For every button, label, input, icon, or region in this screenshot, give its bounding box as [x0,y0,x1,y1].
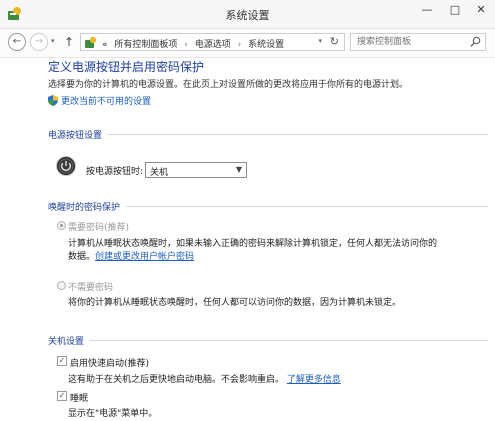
sleep-description: 显示在"电源"菜单中。 [68,409,158,419]
title-bar: 系统设置 — □ ✕ [0,0,495,29]
power-button-action-select[interactable]: 关机 ▼ [145,162,247,178]
breadcrumb-path: « 所有控制面板项 › 电源选项 › 系统设置 [102,37,284,50]
section-power-button: 电源按钮设置 [48,128,488,142]
recent-pages-chevron-icon[interactable]: ▾ [51,37,55,45]
description-text: 这有助于在关机之后更快地启动电脑。不会影响重启。 [68,375,285,385]
breadcrumb-item[interactable]: 电源选项 [195,40,231,50]
shield-icon [48,95,58,106]
address-bar: ← → ▾ ↑ « 所有控制面板项 › 电源选项 › 系统设置 ▾ ↻ [0,29,495,58]
chevron-down-icon: ▼ [235,165,242,174]
search-icon[interactable] [470,36,481,47]
section-label: 唤醒时的密码保护 [48,200,127,213]
minimize-button[interactable]: — [416,1,438,19]
change-unavailable-settings-label: 更改当前不可用的设置 [61,97,152,107]
description-text: 数据。 [68,252,96,262]
forward-button[interactable]: → [30,33,48,51]
section-wake-password: 唤醒时的密码保护 [48,200,488,214]
require-password-description: 计算机从睡眠状态唤醒时，如果未输入正确的密码来解除计算机锁定，任何人都无法访问你… [68,239,438,249]
fast-startup-label: 启用快速启动(推荐) [70,359,150,369]
power-icon [56,156,76,176]
section-divider [48,340,488,341]
search-input[interactable] [355,36,467,48]
breadcrumb-overflow[interactable]: « [102,40,108,50]
breadcrumb-separator-icon[interactable]: › [238,40,242,50]
require-password-description-line2: 数据。创建或更改用户帐户密码 [68,249,194,262]
maximize-button[interactable]: □ [444,1,466,19]
fast-startup-checkbox[interactable]: ✓ [57,356,67,366]
control-panel-icon [85,36,97,48]
power-button-action-label: 按电源按钮时: [86,167,144,177]
learn-more-link[interactable]: 了解更多信息 [287,375,341,385]
breadcrumb-item[interactable]: 所有控制面板项 [114,40,177,50]
no-password-radio[interactable] [57,281,66,290]
breadcrumb[interactable]: « 所有控制面板项 › 电源选项 › 系统设置 ▾ ↻ [80,33,345,51]
refresh-button[interactable]: ↻ [330,35,339,48]
section-label: 关机设置 [48,334,91,347]
fast-startup-description: 这有助于在关机之后更快地启动电脑。不会影响重启。 了解更多信息 [68,372,341,385]
address-history-chevron-icon[interactable]: ▾ [318,37,322,45]
section-divider [48,134,488,135]
no-password-label: 不需要密码 [68,283,114,293]
sleep-checkbox[interactable]: ✓ [57,391,67,401]
no-password-description: 将你的计算机从睡眠状态唤醒时，任何人都可以访问你的数据，因为计算机未锁定。 [68,298,402,308]
main-content: 定义电源按钮并启用密码保护 选择要为你的计算机的电源设置。在此页上对设置所做的更… [0,58,495,421]
back-button[interactable]: ← [8,33,26,51]
up-button[interactable]: ↑ [64,35,74,49]
page-title: 定义电源按钮并启用密码保护 [48,60,205,74]
create-password-link[interactable]: 创建或更改用户帐户密码 [95,252,194,262]
search-box[interactable] [350,33,486,51]
sleep-label: 睡眠 [70,394,89,404]
change-unavailable-settings-link[interactable]: 更改当前不可用的设置 [48,94,151,107]
close-button[interactable]: ✕ [470,1,492,19]
page-subtitle: 选择要为你的计算机的电源设置。在此页上对设置所做的更改将应用于你所有的电源计划。 [48,80,409,90]
breadcrumb-item[interactable]: 系统设置 [248,40,284,50]
require-password-radio[interactable] [57,221,66,230]
require-password-label: 需要密码(推荐) [68,223,130,233]
power-button-action-value: 关机 [150,168,169,178]
breadcrumb-separator-icon[interactable]: › [184,40,188,50]
section-label: 电源按钮设置 [48,128,109,141]
section-shutdown: 关机设置 [48,334,488,348]
